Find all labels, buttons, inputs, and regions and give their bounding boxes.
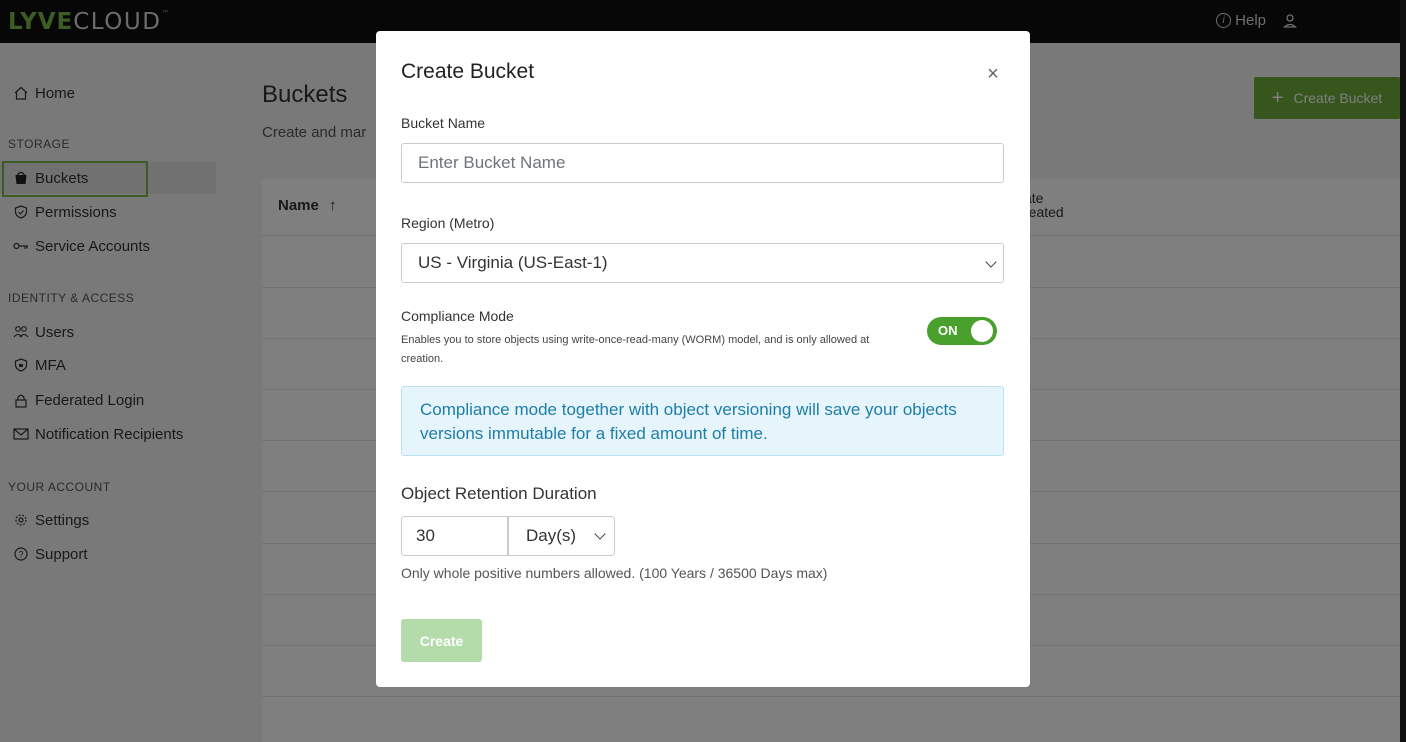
compliance-mode-title: Compliance Mode xyxy=(401,308,514,324)
chevron-down-icon xyxy=(594,528,606,540)
chevron-down-icon xyxy=(985,256,997,268)
retention-hint: Only whole positive numbers allowed. (10… xyxy=(401,565,828,581)
retention-unit-value: Day(s) xyxy=(526,526,577,545)
retention-duration-label: Object Retention Duration xyxy=(401,484,597,503)
bucket-name-label: Bucket Name xyxy=(401,115,486,131)
compliance-mode-description: Enables you to store objects using write… xyxy=(401,334,870,365)
retention-unit-select[interactable]: Day(s) xyxy=(508,516,615,556)
create-bucket-modal: Create Bucket × Bucket Name Enter Bucket… xyxy=(376,31,1030,687)
region-selected-value: US - Virginia (US-East-1) xyxy=(418,253,608,272)
bucket-name-placeholder: Enter Bucket Name xyxy=(418,153,566,172)
compliance-info-alert: Compliance mode together with object ver… xyxy=(401,386,1004,456)
window-edge xyxy=(1400,0,1406,742)
retention-value: 30 xyxy=(416,526,435,545)
retention-value-input[interactable]: 30 xyxy=(401,516,508,556)
create-button[interactable]: Create xyxy=(401,619,482,662)
toggle-state-label: ON xyxy=(938,323,958,338)
bucket-name-input[interactable]: Enter Bucket Name xyxy=(401,143,1004,183)
region-select[interactable]: US - Virginia (US-East-1) xyxy=(401,243,1004,283)
compliance-mode-toggle[interactable]: ON xyxy=(927,317,997,345)
modal-title: Create Bucket xyxy=(401,60,535,83)
region-label: Region (Metro) xyxy=(401,215,495,231)
toggle-knob xyxy=(971,320,993,342)
close-button[interactable]: × xyxy=(982,63,1004,85)
create-button-label: Create xyxy=(419,632,464,649)
